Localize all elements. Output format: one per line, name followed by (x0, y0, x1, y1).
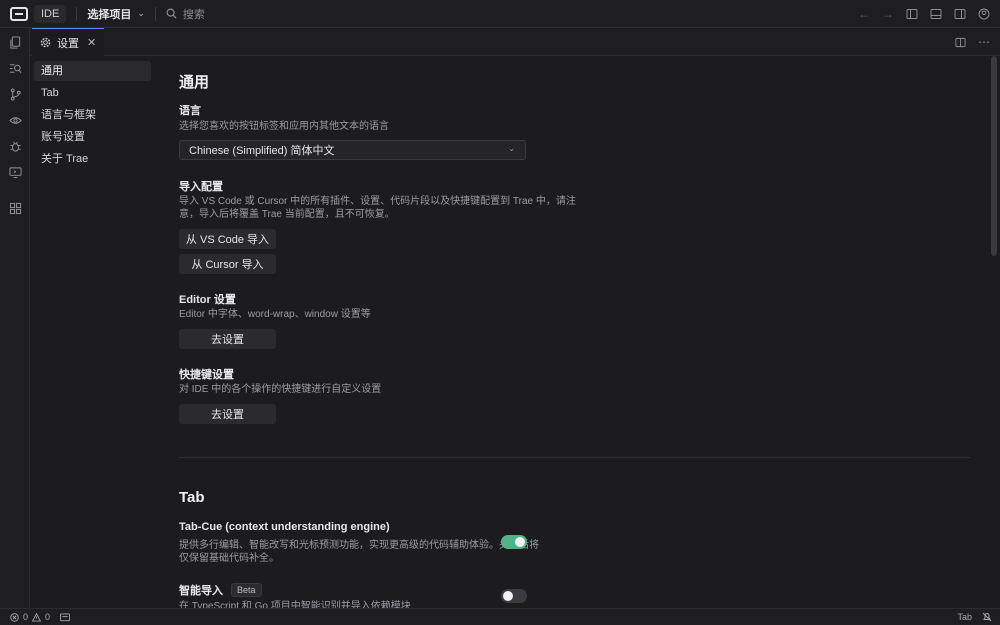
topbar-separator (76, 6, 78, 21)
toggle-knob (515, 537, 525, 547)
extensions-grid-icon[interactable] (0, 195, 30, 221)
editor-tab-strip: 设置 ✕ ⋯ (30, 28, 1000, 56)
problems-indicator[interactable]: 0 0 (10, 612, 70, 622)
activity-bar (0, 28, 30, 608)
account-icon[interactable] (974, 4, 994, 24)
back-arrow-icon[interactable]: ← (854, 4, 874, 24)
shortcuts-heading: 快捷键设置 (179, 369, 234, 381)
search-placeholder: 搜索 (182, 8, 205, 21)
language-select-value: Chinese (Simplified) 简体中文 (189, 145, 335, 157)
chevron-down-icon: ⌄ (137, 8, 145, 18)
more-actions-icon[interactable]: ⋯ (974, 32, 994, 52)
beta-badge: Beta (231, 583, 262, 597)
search-icon[interactable] (0, 55, 30, 81)
ide-badge[interactable]: IDE (34, 4, 67, 23)
warning-count: 0 (45, 612, 51, 622)
topbar-separator (154, 6, 156, 21)
project-selector[interactable]: 选择项目 ⌄ (87, 6, 145, 22)
language-desc: 选择您喜欢的按钮标签和应用内其他文本的语言 (179, 121, 389, 132)
nav-item-tab[interactable]: Tab (34, 83, 151, 103)
terminal-icon[interactable] (60, 612, 70, 622)
smart-import-heading: 智能导入 (179, 585, 223, 597)
smart-import-desc: 在 TypeScript 和 Go 项目中智能识别并导入依赖模块 (179, 601, 411, 608)
split-editor-icon[interactable] (950, 32, 970, 52)
settings-nav: 通用 Tab 语言与框架 账号设置 关于 Trae (30, 56, 156, 608)
shortcuts-settings-button[interactable]: 去设置 (179, 404, 276, 424)
error-icon (10, 612, 19, 622)
smart-import-toggle[interactable] (501, 589, 527, 603)
import-heading: 导入配置 (179, 181, 223, 193)
nav-item-languages-frameworks[interactable]: 语言与框架 (34, 105, 151, 125)
tab-cue-heading: Tab-Cue (context understanding engine) (179, 521, 390, 533)
toggle-secondary-sidebar-icon[interactable] (950, 4, 970, 24)
statusbar-tab-label[interactable]: Tab (957, 612, 972, 622)
toggle-sidebar-icon[interactable] (902, 4, 922, 24)
close-icon[interactable]: ✕ (87, 36, 96, 49)
project-selector-label: 选择项目 (87, 8, 132, 21)
language-select[interactable]: Chinese (Simplified) 简体中文 ⌄ (179, 140, 526, 160)
editor-settings-button[interactable]: 去设置 (179, 329, 276, 349)
error-count: 0 (23, 612, 29, 622)
editor-desc: Editor 中字体、word-wrap、window 设置等 (179, 309, 371, 320)
section-divider (179, 457, 970, 458)
source-control-icon[interactable] (0, 81, 30, 107)
remote-monitor-icon[interactable] (0, 159, 30, 185)
shortcuts-desc: 对 IDE 中的各个操作的快捷键进行自定义设置 (179, 384, 382, 395)
search-icon (166, 8, 177, 19)
tab-label: 设置 (57, 37, 79, 50)
tab-cue-desc-line2: 仅保留基础代码补全。 (179, 553, 279, 564)
notifications-off-icon[interactable] (982, 612, 992, 622)
smart-import-heading-row: 智能导入 Beta (179, 582, 262, 598)
preview-eye-icon[interactable] (0, 107, 30, 133)
chevron-down-icon: ⌄ (508, 144, 515, 153)
settings-content: 通用 语言 选择您喜欢的按钮标签和应用内其他文本的语言 Chinese (Sim… (156, 56, 990, 608)
nav-item-account[interactable]: 账号设置 (34, 127, 151, 147)
title-bar: IDE 选择项目 ⌄ 搜索 ← → (0, 0, 1000, 28)
toggle-knob (503, 591, 513, 601)
trae-logo-icon (10, 6, 28, 21)
nav-item-general[interactable]: 通用 (34, 61, 151, 81)
editor-heading: Editor 设置 (179, 294, 236, 306)
explorer-icon[interactable] (0, 29, 30, 55)
debug-bug-icon[interactable] (0, 133, 30, 159)
toggle-panel-icon[interactable] (926, 4, 946, 24)
content-scrollbar[interactable] (991, 56, 997, 256)
language-heading: 语言 (179, 105, 201, 117)
import-desc-line2: 意，导入后将覆盖 Trae 当前配置，且不可恢复。 (179, 209, 395, 220)
nav-item-about[interactable]: 关于 Trae (34, 149, 151, 169)
tab-settings[interactable]: 设置 ✕ (32, 28, 105, 56)
forward-arrow-icon[interactable]: → (878, 4, 898, 24)
import-cursor-button[interactable]: 从 Cursor 导入 (179, 254, 276, 274)
import-vscode-button[interactable]: 从 VS Code 导入 (179, 229, 276, 249)
tab-cue-toggle[interactable] (501, 535, 527, 549)
section-title-tab: Tab (179, 489, 205, 506)
section-title-general: 通用 (179, 74, 210, 91)
gear-icon (40, 37, 51, 48)
warning-icon (32, 612, 42, 622)
search-input[interactable]: 搜索 (166, 6, 205, 22)
status-bar: 0 0 Tab (0, 608, 1000, 625)
